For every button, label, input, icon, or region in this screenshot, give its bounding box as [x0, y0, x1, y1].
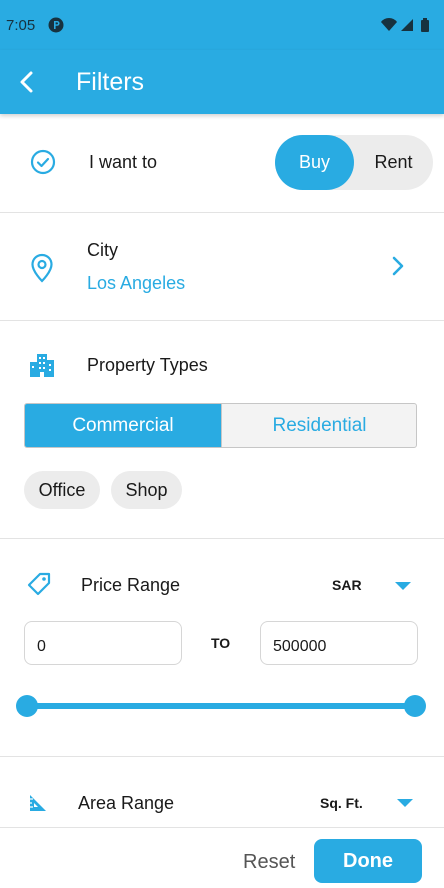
area-unit-dropdown-icon[interactable]	[397, 799, 413, 807]
currency-dropdown-icon[interactable]	[395, 582, 411, 590]
intent-label: I want to	[89, 152, 158, 172]
page-title: Filters	[76, 68, 145, 96]
set-square-icon	[27, 792, 49, 819]
back-arrow-icon[interactable]	[14, 68, 42, 96]
system-icons	[380, 17, 436, 38]
location-pin-icon	[30, 253, 54, 288]
price-max-input[interactable]	[260, 621, 418, 665]
price-min-input[interactable]	[24, 621, 182, 665]
city-label: City	[87, 240, 118, 260]
currency-selector[interactable]: SAR	[332, 577, 362, 593]
city-value: Los Angeles	[87, 273, 186, 293]
buy-rent-toggle: Buy Rent	[275, 135, 433, 190]
rent-option[interactable]: Rent	[354, 135, 433, 190]
buy-option[interactable]: Buy	[275, 135, 354, 190]
app-bar: Filters	[0, 50, 444, 114]
check-circle-icon	[30, 149, 56, 180]
price-slider-track[interactable]	[27, 703, 415, 709]
shop-chip[interactable]: Shop	[111, 471, 182, 509]
property-category-segmented: Commercial Residential	[24, 403, 417, 448]
p-circle-icon	[48, 17, 64, 38]
office-chip[interactable]: Office	[24, 471, 100, 509]
reset-button[interactable]: Reset	[243, 851, 295, 874]
commercial-option[interactable]: Commercial	[25, 404, 221, 447]
signal-icon	[401, 19, 413, 31]
price-range-label: Price Range	[81, 575, 181, 595]
area-range-label: Area Range	[78, 793, 175, 813]
area-unit-selector[interactable]: Sq. Ft.	[320, 795, 363, 811]
property-types-label: Property Types	[87, 355, 208, 375]
chevron-right-icon[interactable]	[390, 255, 406, 282]
price-to-label: TO	[211, 635, 231, 651]
battery-icon	[421, 18, 429, 32]
price-slider-max-thumb[interactable]	[404, 695, 426, 717]
done-button[interactable]: Done	[314, 839, 422, 883]
status-time: 7:05	[6, 17, 36, 34]
status-bar: 7:05	[0, 0, 444, 50]
city-section[interactable]	[0, 213, 444, 321]
residential-option[interactable]: Residential	[221, 404, 416, 447]
tag-icon	[26, 571, 52, 602]
wifi-icon	[381, 18, 397, 31]
footer-bar: Reset Done	[0, 827, 444, 888]
buildings-icon	[28, 352, 56, 383]
price-slider-min-thumb[interactable]	[16, 695, 38, 717]
